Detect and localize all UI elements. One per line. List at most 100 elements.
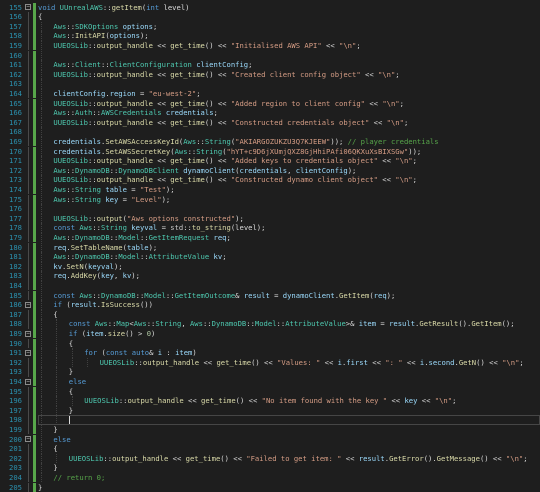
line-number: 180 [0, 243, 22, 253]
code-token: >& [346, 319, 359, 328]
line-number: 163 [0, 79, 22, 89]
code-token: "\n" [339, 41, 356, 50]
indent-guide [41, 79, 43, 89]
change-marker [33, 79, 36, 89]
code-line[interactable]: 167UUEOSLib::output_handle << get_time()… [0, 118, 540, 128]
code-token: ); [235, 214, 244, 223]
code-line[interactable]: 163 [0, 79, 540, 89]
line-number: 185 [0, 291, 22, 301]
code-line[interactable]: 191−for (const auto& i : item) [0, 348, 540, 358]
indent-guide [56, 329, 58, 339]
code-line[interactable]: 200−else [0, 435, 540, 445]
code-line[interactable]: 157Aws::SDKOptions options; [0, 22, 540, 32]
code-line[interactable]: 176 [0, 204, 540, 214]
fold-toggle-icon[interactable]: − [25, 436, 31, 442]
line-number: 160 [0, 51, 22, 61]
code-line[interactable]: 185const Aws::DynamoDB::Model::GetItemOu… [0, 291, 540, 301]
code-line[interactable]: 171UUEOSLib::output_handle << get_time()… [0, 156, 540, 166]
code-line[interactable]: 160 [0, 51, 540, 61]
code-token: output_handle [127, 396, 183, 405]
code-line[interactable]: 173UUEOSLib::output_handle << get_time()… [0, 175, 540, 185]
code-line[interactable]: 156{ [0, 12, 540, 22]
fold-toggle-icon[interactable]: − [25, 4, 31, 10]
code-line[interactable]: 158Aws::InitAPI(options); [0, 31, 540, 41]
code-line[interactable]: 193} [0, 367, 540, 377]
indent-guide [41, 233, 43, 243]
code-line[interactable]: 155−void UUnrealAWS::getItem(int level) [0, 3, 540, 13]
code-token: UUEOSLib [53, 99, 88, 108]
fold-toggle-icon[interactable]: − [25, 331, 31, 337]
code-line[interactable]: 165UUEOSLib::output_handle << get_time()… [0, 99, 540, 109]
change-marker [33, 300, 36, 310]
code-token: << [153, 70, 170, 79]
code-token: () << [205, 99, 231, 108]
code-line[interactable]: 180req.SetTableName(table); [0, 243, 540, 253]
code-token: Aws [53, 31, 66, 40]
fold-guide [28, 70, 29, 80]
code-token: level) [159, 3, 189, 12]
code-line[interactable]: 187{ [0, 310, 540, 320]
fold-guide [28, 51, 29, 61]
code-line[interactable]: 170credentials.SetAWSSecretKey(Aws::Stri… [0, 147, 540, 157]
code-line[interactable]: 186−if (result.IsSuccess()) [0, 300, 540, 310]
fold-toggle-icon[interactable]: − [25, 302, 31, 308]
code-line[interactable]: 188const Aws::Map<Aws::String, Aws::Dyna… [0, 319, 540, 329]
line-number: 164 [0, 89, 22, 99]
code-line[interactable]: 197} [0, 406, 540, 416]
code-line[interactable]: 198 [0, 415, 540, 425]
code-line[interactable]: 189−if (item.size() > 0) [0, 329, 540, 339]
code-line[interactable]: 205} [0, 483, 540, 492]
line-number: 186 [0, 300, 22, 310]
code-editor[interactable]: 155−void UUnrealAWS::getItem(int level)1… [0, 0, 540, 483]
code-token: output_handle [112, 454, 168, 463]
code-line[interactable]: 194−else [0, 377, 540, 387]
code-line[interactable]: 177UUEOSLib::output("Aws options constru… [0, 214, 540, 224]
code-line[interactable]: 179Aws::DynamoDB::Model::GetItemRequest … [0, 233, 540, 243]
code-line[interactable]: 178const Aws::String keyval = std::to_st… [0, 223, 540, 233]
code-token: result [244, 291, 270, 300]
indent-guide [72, 358, 74, 368]
code-line[interactable]: 199} [0, 425, 540, 435]
code-line[interactable]: 196UUEOSLib::output_handle << get_time()… [0, 396, 540, 406]
code-line[interactable]: 172Aws::DynamoDB::DynamoDBClient dynamoC… [0, 166, 540, 176]
fold-toggle-icon[interactable]: − [25, 350, 31, 356]
code-token: , [181, 319, 190, 328]
code-line[interactable]: 195{ [0, 387, 540, 397]
fold-guide [28, 195, 29, 205]
code-line[interactable]: 169credentials.SetAWSAccessKeyId(Aws::St… [0, 137, 540, 147]
code-line[interactable]: 174Aws::String table = "Test"); [0, 185, 540, 195]
code-line[interactable]: 183req.AddKey(key, kv); [0, 271, 540, 281]
code-line[interactable]: 161Aws::Client::ClientConfiguration clie… [0, 60, 540, 70]
code-line[interactable]: 175Aws::String key = "Level"); [0, 195, 540, 205]
code-token: ": " [385, 358, 402, 367]
code-token: UUnrealAWS [60, 3, 103, 12]
fold-toggle-icon[interactable]: − [25, 379, 31, 385]
code-line[interactable]: 190{ [0, 339, 540, 349]
code-line[interactable]: 201{ [0, 444, 540, 454]
fold-guide [28, 156, 29, 166]
code-token: ; [227, 233, 231, 242]
code-line[interactable]: 168 [0, 127, 540, 137]
code-line[interactable]: 202UUEOSLib::output_handle << get_time()… [0, 454, 540, 464]
change-marker [33, 271, 36, 281]
code-token: Aws [53, 185, 66, 194]
code-line[interactable]: 159UUEOSLib::output_handle << get_time()… [0, 41, 540, 51]
fold-guide [28, 387, 29, 397]
indent-guide [41, 454, 43, 464]
code-line[interactable]: 184 [0, 281, 540, 291]
code-line[interactable]: 164clientConfig.region = "eu-west-2"; [0, 89, 540, 99]
code-token: () << [476, 358, 502, 367]
code-line[interactable]: 192UUEOSLib::output_handle << get_time()… [0, 358, 540, 368]
code-line[interactable]: 166Aws::Auth::AWSCredentials credentials… [0, 108, 540, 118]
code-line[interactable]: 203} [0, 463, 540, 473]
code-line[interactable]: 204// return 0; [0, 473, 540, 483]
fold-guide [28, 262, 29, 272]
code-token: ()) [140, 300, 153, 309]
change-marker [33, 367, 36, 377]
code-text: { [53, 444, 57, 454]
code-line[interactable]: 162UUEOSLib::output_handle << get_time()… [0, 70, 540, 80]
code-token: = [157, 223, 170, 232]
code-line[interactable]: 182kv.SetN(keyval); [0, 262, 540, 272]
change-marker [33, 396, 36, 406]
code-line[interactable]: 181Aws::DynamoDB::Model::AttributeValue … [0, 252, 540, 262]
